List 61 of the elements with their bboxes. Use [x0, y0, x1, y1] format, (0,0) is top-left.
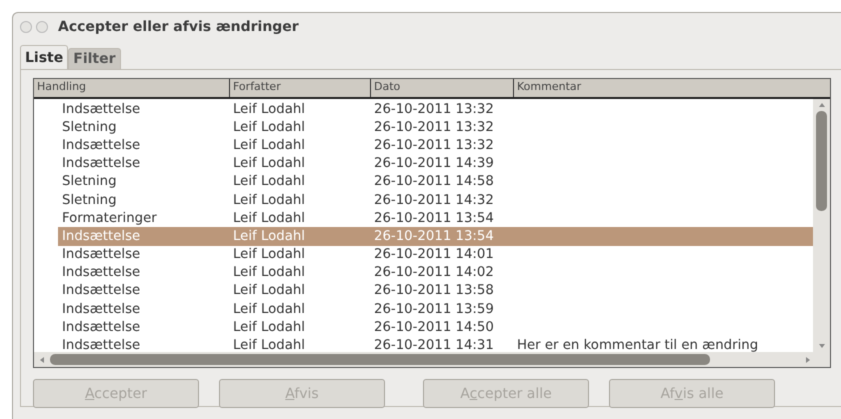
table-cell-text: Leif Lodahl — [232, 138, 306, 153]
table-cell-text: Leif Lodahl — [232, 247, 306, 262]
table-cell-text: Leif Lodahl — [232, 120, 306, 135]
table-cell-text: Indsættelse — [61, 102, 142, 117]
table-cell-text: Leif Lodahl — [232, 174, 306, 190]
table-cell-text: Indsættelse — [61, 302, 142, 317]
right-arrow-icon[interactable] — [804, 356, 812, 364]
table-cell-text: 26-10-2011 14:39 — [373, 156, 495, 172]
table-cell-text: Indsættelse — [61, 156, 142, 172]
table-cell-text: 26-10-2011 14:01 — [373, 247, 495, 262]
table-cell-text: Indsættelse — [61, 283, 142, 298]
table-cell-text: Indsættelse — [61, 247, 142, 262]
table-cell-text: 26-10-2011 13:54 — [373, 210, 495, 226]
tab[interactable]: Liste — [20, 45, 68, 69]
table-cell-text: Leif Lodahl — [232, 302, 306, 317]
column-header[interactable]: Forfatter — [230, 79, 371, 97]
table-cell-text: 26-10-2011 13:32 — [373, 102, 495, 117]
table-cell-text: Indsættelse — [61, 338, 142, 354]
table-cell-text: 26-10-2011 13:58 — [373, 283, 495, 298]
table-cell-text: 26-10-2011 14:32 — [373, 192, 495, 208]
scrollbar-thumb[interactable] — [50, 354, 710, 365]
table-cell-text: Formateringer — [61, 210, 158, 226]
table-cell-text: Leif Lodahl — [232, 338, 306, 354]
table-cell-text: 26-10-2011 14:50 — [373, 320, 495, 335]
table-cell-text: Sletning — [61, 120, 118, 135]
table-cell-text: 26-10-2011 14:31 — [373, 338, 495, 354]
table-cell-text: 26-10-2011 14:58 — [373, 174, 495, 190]
horizontal-scrollbar[interactable] — [34, 352, 830, 367]
table-cell-text: Leif Lodahl — [232, 228, 306, 244]
table-cell-text: Sletning — [61, 174, 118, 190]
table-cell-text: Leif Lodahl — [232, 320, 306, 335]
table-cell-text: 26-10-2011 14:02 — [373, 265, 495, 280]
table-cell-text: 26-10-2011 13:32 — [373, 120, 495, 135]
table-cell-text: Leif Lodahl — [232, 192, 306, 208]
close-icon[interactable] — [20, 21, 32, 33]
table-cell-text: Indsættelse — [61, 320, 142, 335]
table-cell-text: Indsættelse — [61, 138, 142, 153]
window-title: Accepter eller afvis ændringer — [58, 19, 299, 35]
table-cell-text: Leif Lodahl — [232, 265, 306, 280]
table-cell-text: Indsættelse — [61, 265, 142, 280]
table-cell-text: Sletning — [61, 192, 118, 208]
table-cell-text: Leif Lodahl — [232, 283, 306, 298]
up-arrow-icon[interactable] — [818, 101, 826, 109]
down-arrow-icon[interactable] — [818, 342, 826, 350]
minimize-icon[interactable] — [36, 21, 48, 33]
table-cell-text: 26-10-2011 13:54 — [373, 228, 495, 244]
table-cell-text: Leif Lodahl — [232, 102, 306, 117]
tab[interactable]: Filter — [68, 48, 121, 69]
column-header[interactable]: Dato — [371, 79, 514, 97]
table-cell-text: Her er en kommentar til en ændring — [516, 338, 760, 354]
table-cell-text: 26-10-2011 13:32 — [373, 138, 495, 153]
row-highlight[interactable]: Indsættelse Leif Lodahl 26-10-2011 13:54 — [58, 227, 813, 246]
table-cell-text: Leif Lodahl — [232, 156, 306, 172]
table-cell-text: Indsættelse — [61, 228, 142, 244]
vertical-scrollbar[interactable] — [813, 99, 830, 352]
scrollbar-thumb[interactable] — [816, 111, 827, 211]
left-arrow-icon[interactable] — [38, 356, 46, 364]
table-cell-text: 26-10-2011 13:59 — [373, 302, 495, 317]
table-cell-text: Leif Lodahl — [232, 210, 306, 226]
column-header[interactable]: Kommentar — [514, 79, 830, 97]
column-header[interactable]: Handling — [34, 79, 230, 97]
